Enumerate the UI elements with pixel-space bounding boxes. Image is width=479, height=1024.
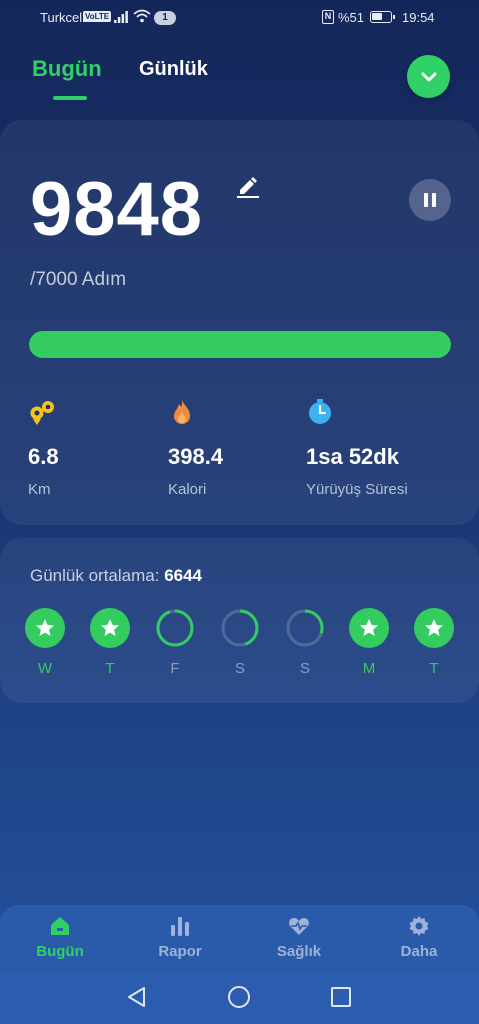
expand-button[interactable] (407, 55, 450, 98)
nav-health[interactable]: Sağlık (259, 905, 339, 971)
day-progress-ring (155, 608, 195, 648)
nav-today-label: Bugün (36, 943, 84, 960)
day-complete-badge (90, 608, 130, 648)
day-item: W (25, 608, 65, 680)
nav-more-label: Daha (400, 943, 438, 960)
bottom-nav: Bugün Rapor Sağlık Daha (0, 905, 479, 971)
system-nav-bar (0, 971, 479, 1024)
nav-report-label: Rapor (158, 943, 202, 960)
calories-value: 398.4 (168, 444, 224, 469)
status-bar: Turkcell VoLTE 1 N %51 19:54 (0, 0, 479, 36)
star-icon (425, 619, 443, 636)
distance-label: Km (28, 481, 51, 498)
nav-report[interactable]: Rapor (140, 905, 220, 971)
day-letter: T (105, 660, 115, 677)
progress-ring-icon (286, 609, 324, 647)
nav-today[interactable]: Bugün (20, 905, 100, 971)
distance-value: 6.8 (28, 444, 59, 469)
notification-count: 1 (154, 11, 176, 25)
day-item: T (414, 608, 454, 680)
pause-button[interactable] (409, 179, 451, 221)
home-circle-icon[interactable] (227, 985, 251, 1009)
nav-more[interactable]: Daha (379, 905, 459, 971)
gear-icon (409, 916, 429, 936)
day-item: F (155, 608, 195, 680)
daily-average-label: Günlük ortalama: (30, 566, 165, 585)
day-letter: S (299, 660, 310, 677)
battery-percent: %51 (338, 10, 365, 25)
daily-average: Günlük ortalama: 6644 (30, 566, 202, 586)
carrier-name: Turkcell (40, 10, 86, 25)
active-tab-indicator (53, 96, 87, 100)
day-item: T (90, 608, 130, 680)
flame-icon (174, 400, 190, 424)
metric-calories: 398.4 Kalori (168, 398, 223, 498)
back-icon[interactable] (125, 985, 149, 1009)
steps-progress-bar (29, 331, 451, 358)
day-item: S (285, 608, 325, 680)
day-letter: T (429, 660, 439, 677)
day-complete-badge (349, 608, 389, 648)
pause-icon (424, 193, 428, 207)
day-complete-badge (414, 608, 454, 648)
day-letter: M (362, 660, 376, 677)
metric-walk-time: 1sa 52dk Yürüyüş Süresi (306, 398, 408, 498)
recents-icon[interactable] (329, 985, 353, 1009)
distance-icon (30, 401, 54, 425)
star-icon (101, 619, 119, 636)
day-letter: F (170, 660, 180, 677)
walk-time-value: 1sa 52dk (306, 444, 399, 469)
day-letter: W (37, 660, 53, 677)
step-count: 9848 (30, 167, 204, 252)
day-complete-badge (25, 608, 65, 648)
wifi-icon (133, 9, 151, 23)
edit-icon[interactable] (236, 174, 260, 198)
steps-progress-fill (29, 331, 451, 358)
clock: 19:54 (402, 10, 435, 25)
battery-icon (370, 11, 395, 23)
progress-ring-icon (221, 609, 259, 647)
progress-ring-icon (156, 609, 194, 647)
star-icon (36, 619, 54, 636)
nav-health-label: Sağlık (276, 943, 322, 960)
step-goal: /7000 Adım (30, 269, 127, 290)
walk-time-label: Yürüyüş Süresi (306, 481, 408, 498)
chevron-down-icon (421, 72, 436, 81)
signal-icon (114, 11, 128, 23)
calories-label: Kalori (168, 481, 207, 498)
bar-chart-icon (171, 917, 189, 936)
heart-pulse-icon (289, 918, 309, 935)
day-item: S (220, 608, 260, 680)
home-icon (51, 917, 69, 935)
volte-badge: VoLTE (83, 11, 112, 22)
stopwatch-icon (309, 399, 331, 424)
tab-daily[interactable]: Günlük (139, 58, 208, 81)
nfc-icon: N (322, 10, 334, 24)
metric-distance: 6.8 Km (28, 398, 59, 498)
day-progress-ring (220, 608, 260, 648)
daily-average-value: 6644 (164, 566, 203, 585)
day-progress-ring (285, 608, 325, 648)
day-item: M (349, 608, 389, 680)
star-icon (360, 619, 378, 636)
day-letter: S (234, 660, 245, 677)
tab-today[interactable]: Bugün (32, 56, 102, 82)
